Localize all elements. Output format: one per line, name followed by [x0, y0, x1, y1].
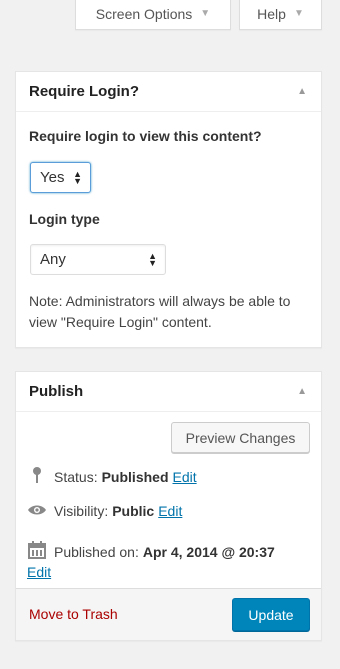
admin-note: Note: Administrators will always be able… — [29, 293, 291, 330]
preview-changes-button[interactable]: Preview Changes — [171, 422, 310, 453]
status-value: Published — [101, 468, 169, 485]
published-on-label: Published on: — [54, 543, 139, 560]
visibility-row: Visibility: Public Edit — [27, 503, 182, 519]
published-on-row: Published on: Apr 4, 2014 @ 20:37 — [27, 541, 279, 562]
published-on-edit-link[interactable]: Edit — [27, 564, 51, 580]
visibility-edit-link[interactable]: Edit — [158, 503, 182, 519]
require-login-title: Require Login? — [29, 83, 139, 100]
collapse-arrow-icon[interactable]: ▲ — [297, 86, 307, 97]
help-tab[interactable]: Help ▼ — [239, 0, 322, 30]
calendar-icon — [27, 541, 47, 562]
select-updown-icon: ▲ ▼ — [73, 168, 82, 186]
eye-icon — [27, 503, 47, 519]
status-edit-link[interactable]: Edit — [173, 469, 197, 485]
require-login-header[interactable]: Require Login? ▲ — [16, 72, 321, 112]
caret-down-icon: ▼ — [200, 8, 211, 19]
require-login-metabox: Require Login? ▲ Require login to view t… — [15, 71, 322, 348]
login-type-select[interactable]: Any ▲ ▼ — [30, 244, 166, 275]
collapse-arrow-icon[interactable]: ▲ — [297, 386, 307, 397]
help-label: Help — [257, 5, 286, 22]
require-login-select-value: Yes — [40, 169, 65, 186]
login-type-select-value: Any — [40, 251, 66, 268]
screen-meta-links: Screen Options ▼ Help ▼ — [0, 0, 340, 30]
status-row: Status: Published Edit — [27, 466, 197, 487]
publish-title: Publish — [29, 383, 84, 400]
screen-options-label: Screen Options — [95, 5, 193, 22]
screen-options-tab[interactable]: Screen Options ▼ — [75, 0, 231, 30]
update-button[interactable]: Update — [232, 598, 310, 631]
login-type-label: Login type — [29, 211, 100, 227]
publish-metabox: Publish ▲ Preview Changes Status: Publis… — [15, 371, 322, 641]
select-updown-icon: ▲ ▼ — [148, 250, 157, 268]
published-on-value: Apr 4, 2014 @ 20:37 — [142, 543, 275, 560]
major-publishing-actions: Move to Trash Update — [16, 588, 321, 640]
visibility-value: Public — [112, 503, 155, 519]
visibility-label: Visibility: — [54, 503, 109, 519]
require-login-select[interactable]: Yes ▲ ▼ — [30, 162, 91, 193]
move-to-trash-link[interactable]: Move to Trash — [29, 606, 118, 622]
pin-icon — [27, 466, 47, 487]
caret-down-icon: ▼ — [293, 8, 304, 19]
status-label: Status: — [54, 468, 98, 485]
require-login-question: Require login to view this content? — [29, 128, 262, 144]
publish-header[interactable]: Publish ▲ — [16, 372, 321, 412]
